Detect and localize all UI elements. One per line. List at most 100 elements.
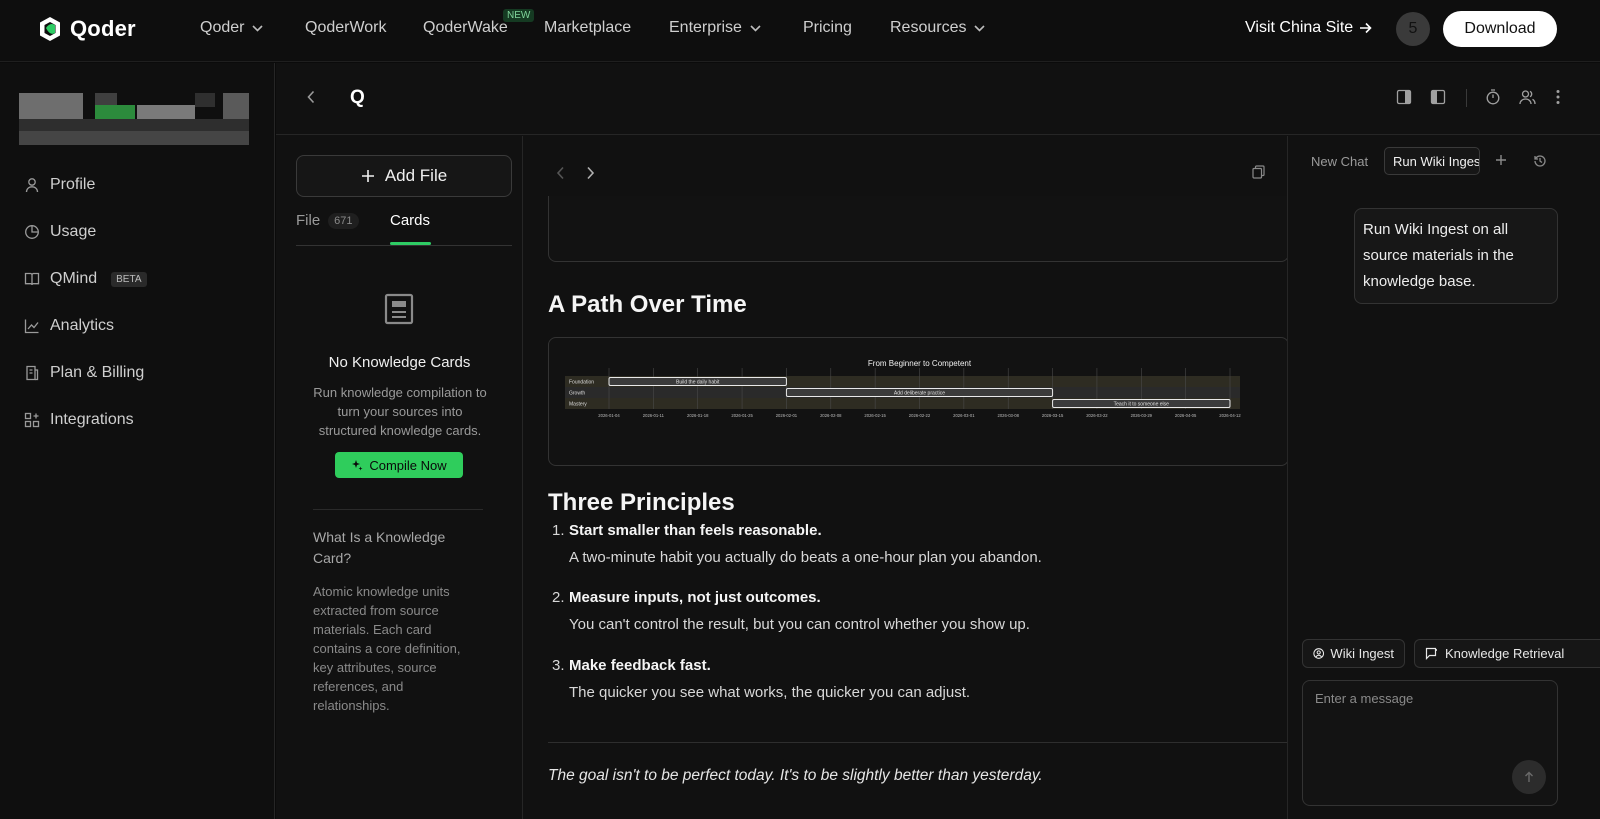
chat-search-icon — [1425, 647, 1437, 660]
panel-right-icon[interactable] — [1396, 89, 1412, 105]
sidebar-item-label: QMind — [50, 270, 98, 287]
knowledge-retrieval-chip[interactable]: Knowledge Retrieval — [1414, 639, 1600, 668]
account-sidebar: Profile Usage QMind BETA Analytics Plan … — [0, 63, 275, 819]
nav-resources[interactable]: Resources — [890, 19, 986, 37]
principle-description: The quicker you see what works, the quic… — [569, 684, 971, 701]
nav-qoder-label: Qoder — [200, 19, 245, 36]
x-tick-label: 2026-03-22 — [1086, 413, 1108, 418]
gantt-chart: From Beginner to Competent Foundation Grow… — [565, 359, 1241, 418]
principle-description: A two-minute habit you actually do beats… — [569, 549, 1042, 566]
chevron-left-icon[interactable] — [306, 90, 316, 104]
sidebar-item-profile[interactable]: Profile — [24, 176, 95, 194]
sidebar-item-integrations[interactable]: Integrations — [24, 411, 134, 429]
compile-now-button[interactable]: Compile Now — [335, 452, 463, 478]
send-button[interactable] — [1512, 760, 1546, 794]
nav-qoderwake-label: QoderWake — [423, 19, 508, 36]
account-info-redacted — [19, 93, 249, 145]
sparkle-icon — [352, 460, 363, 471]
visit-china-site-link[interactable]: Visit China Site — [1245, 19, 1372, 37]
pie-chart-icon — [25, 225, 39, 239]
message-input[interactable] — [1315, 691, 1545, 751]
divider — [313, 509, 483, 510]
wiki-ingest-chip[interactable]: Wiki Ingest — [1302, 639, 1405, 668]
chevron-down-icon — [974, 24, 986, 32]
book-icon — [24, 272, 40, 286]
tab-active-chat[interactable]: Run Wiki Ingest — [1384, 147, 1480, 175]
add-file-label: Add File — [384, 166, 448, 185]
chevron-right-icon[interactable] — [586, 166, 595, 180]
timer-icon[interactable] — [1485, 89, 1501, 105]
x-tick-label: 2026-03-29 — [1131, 413, 1153, 418]
x-tick-label: 2026-03-08 — [998, 413, 1020, 418]
nav-enterprise[interactable]: Enterprise — [669, 19, 761, 37]
nav-enterprise-label: Enterprise — [669, 19, 742, 36]
top-navigation: Qoder Qoder QoderWork QoderWake NEW Mark… — [0, 0, 1600, 62]
x-tick-label: 2026-03-15 — [1042, 413, 1064, 418]
copy-icon[interactable] — [1252, 165, 1265, 179]
nav-pricing[interactable]: Pricing — [803, 19, 852, 37]
principle-title: Make feedback fast. — [569, 657, 711, 674]
avatar[interactable]: 5 — [1396, 12, 1430, 46]
nav-qoderwake[interactable]: QoderWake — [423, 19, 508, 37]
document-icon — [384, 293, 414, 325]
nav-qoderwork-label: QoderWork — [305, 19, 387, 36]
x-tick-label: 2026-01-11 — [643, 413, 665, 418]
row-label: Mastery — [569, 402, 587, 408]
compile-label: Compile Now — [369, 457, 447, 473]
chevron-down-icon — [750, 24, 761, 32]
closing-quote: The goal isn't to be perfect today. It's… — [548, 767, 1043, 784]
sidebar-item-usage[interactable]: Usage — [24, 223, 96, 241]
tab-new-chat[interactable]: New Chat — [1311, 154, 1368, 169]
beta-badge: BETA — [111, 271, 147, 287]
more-vertical-icon[interactable] — [1556, 89, 1560, 105]
sidebar-item-label: Plan & Billing — [50, 364, 145, 381]
history-icon[interactable] — [1533, 154, 1547, 168]
sidebar-item-qmind[interactable]: QMind BETA — [24, 270, 147, 288]
brand-logo[interactable]: Qoder — [38, 16, 136, 42]
tab-cards-label: Cards — [390, 212, 431, 229]
user-icon — [25, 178, 39, 193]
row-label: Growth — [569, 391, 585, 397]
arrow-right-icon — [1360, 22, 1372, 34]
panel-tabs: File 671 Cards — [296, 208, 512, 246]
sidebar-item-label: Profile — [50, 176, 96, 193]
tab-file[interactable]: File 671 — [296, 212, 359, 229]
list-number: 2. — [552, 589, 565, 606]
task-label: Build the daily habit — [676, 379, 720, 385]
workspace-header: Q — [276, 63, 1600, 135]
knowledge-cards-panel: Add File File 671 Cards No Knowledge Car… — [276, 136, 523, 819]
nav-pricing-label: Pricing — [803, 19, 852, 36]
nav-marketplace[interactable]: Marketplace — [544, 19, 631, 37]
receipt-icon — [26, 365, 39, 381]
add-file-button[interactable]: Add File — [296, 155, 512, 197]
chip-label: Wiki Ingest — [1330, 646, 1394, 661]
qoder-logo-icon — [40, 17, 60, 41]
sidebar-item-plan-billing[interactable]: Plan & Billing — [24, 364, 144, 382]
arrow-up-icon — [1525, 771, 1533, 782]
x-tick-label: 2026-01-04 — [598, 413, 620, 418]
sidebar-item-label: Integrations — [50, 411, 134, 428]
info-title: What Is a Knowledge Card? — [313, 529, 446, 566]
x-tick-label: 2026-04-05 — [1175, 413, 1197, 418]
row-label: Foundation — [569, 380, 594, 386]
toolbar-divider — [1466, 89, 1467, 107]
tab-cards[interactable]: Cards — [390, 212, 430, 229]
plus-icon — [361, 170, 374, 182]
sidebar-item-analytics[interactable]: Analytics — [24, 317, 114, 335]
file-count-badge: 671 — [328, 212, 359, 229]
gantt-chart-container: From Beginner to Competent Foundation Grow… — [548, 337, 1287, 466]
sidebar-item-label: Usage — [50, 223, 97, 240]
new-badge: NEW — [503, 9, 535, 22]
download-button[interactable]: Download — [1443, 11, 1557, 47]
users-icon[interactable] — [1519, 89, 1536, 105]
plus-icon[interactable] — [1495, 154, 1507, 166]
x-tick-label: 2026-03-01 — [953, 413, 975, 418]
chevron-left-icon[interactable] — [556, 166, 565, 180]
x-tick-label: 2026-02-08 — [820, 413, 842, 418]
chevron-down-icon — [252, 24, 264, 32]
panel-left-icon[interactable] — [1430, 89, 1446, 105]
empty-state-title: No Knowledge Cards — [328, 354, 471, 371]
grid-plus-icon — [24, 412, 40, 428]
nav-qoderwork[interactable]: QoderWork — [305, 19, 387, 37]
nav-qoder[interactable]: Qoder — [200, 19, 264, 37]
